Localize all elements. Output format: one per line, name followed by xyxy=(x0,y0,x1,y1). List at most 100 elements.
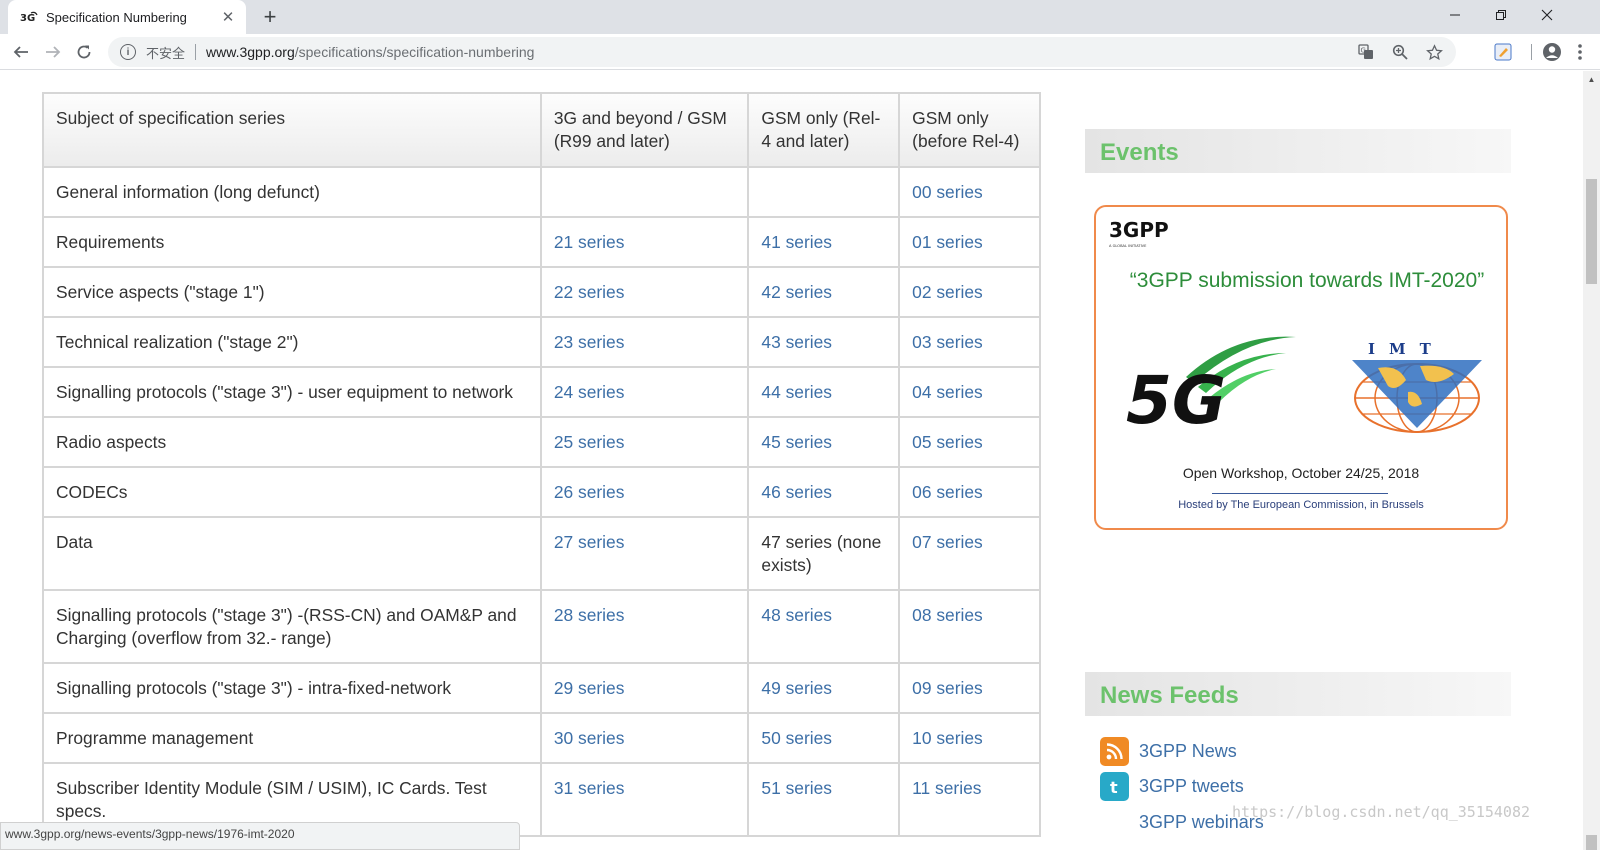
series-cell: 50 series xyxy=(747,712,901,764)
url-path[interactable]: /specifications/specification-numbering xyxy=(295,44,535,60)
series-link[interactable]: 48 series xyxy=(761,605,832,625)
svg-text:A GLOBAL INITIATIVE: A GLOBAL INITIATIVE xyxy=(1109,244,1147,248)
series-link[interactable]: 03 series xyxy=(912,332,983,352)
series-link[interactable]: 30 series xyxy=(554,728,625,748)
series-cell: 10 series xyxy=(898,712,1041,764)
series-link[interactable]: 06 series xyxy=(912,482,983,502)
series-cell xyxy=(539,166,750,218)
news-feeds-title: News Feeds xyxy=(1100,682,1239,709)
zoom-icon[interactable] xyxy=(1390,42,1410,62)
series-link[interactable]: 24 series xyxy=(554,382,625,402)
series-link[interactable]: 49 series xyxy=(761,678,832,698)
address-bar[interactable]: i 不安全 www.3gpp.org /specifications/speci… xyxy=(108,37,1456,67)
row-subject: CODECs xyxy=(42,466,542,518)
table-row: Data 27 series 47 series (none exists) 0… xyxy=(42,516,1041,591)
series-link[interactable]: 02 series xyxy=(912,282,983,302)
series-link[interactable]: 46 series xyxy=(761,482,832,502)
menu-kebab-icon[interactable] xyxy=(1566,38,1594,66)
series-link[interactable]: 11 series xyxy=(912,778,981,798)
series-link[interactable]: 42 series xyxy=(761,282,832,302)
series-cell: 42 series xyxy=(747,266,901,318)
series-link[interactable]: 10 series xyxy=(912,728,983,748)
scroll-up-arrow-icon[interactable]: ▲ xyxy=(1583,71,1600,88)
translate-icon[interactable]: G xyxy=(1356,42,1376,62)
scrollbar-bottom-thumb[interactable] xyxy=(1586,835,1597,850)
series-link[interactable]: 00 series xyxy=(912,182,983,202)
row-subject: Requirements xyxy=(42,216,542,268)
table-header-row: Subject of specification series 3G and b… xyxy=(42,92,1041,168)
info-icon[interactable]: i xyxy=(120,44,136,60)
banner-heading: “3GPP submission towards IMT-2020” xyxy=(1129,269,1485,292)
row-subject: General information (long defunct) xyxy=(42,166,542,218)
restore-icon[interactable] xyxy=(1478,0,1524,30)
table-row: Signalling protocols ("stage 3") - user … xyxy=(42,366,1041,418)
series-cell: 11 series xyxy=(898,762,1041,837)
close-icon[interactable]: ✕ xyxy=(220,8,236,26)
feed-item-3gpp-tweets[interactable]: t 3GPP tweets xyxy=(1100,772,1244,801)
new-tab-plus-icon[interactable]: + xyxy=(256,4,284,30)
header-gsm-before-rel4: GSM only (before Rel-4) xyxy=(898,92,1041,168)
svg-text:IMT: IMT xyxy=(1368,340,1445,358)
reload-icon[interactable] xyxy=(70,38,98,66)
security-label[interactable]: 不安全 xyxy=(146,43,185,62)
window-close-icon[interactable] xyxy=(1524,0,1570,30)
series-link[interactable]: 27 series xyxy=(554,532,625,552)
table-row: Programme management 30 series 50 series… xyxy=(42,712,1041,764)
profile-avatar-icon[interactable] xyxy=(1538,38,1566,66)
news-feeds-header: News Feeds xyxy=(1085,672,1511,716)
series-cell: 44 series xyxy=(747,366,901,418)
series-cell: 03 series xyxy=(898,316,1041,368)
tab-strip: 3G Specification Numbering ✕ + xyxy=(0,0,1600,34)
series-cell: 07 series xyxy=(898,516,1041,591)
extension-pen-icon[interactable] xyxy=(1489,38,1517,66)
forward-arrow-icon[interactable] xyxy=(39,38,67,66)
rss-icon xyxy=(1100,737,1129,766)
series-cell: 26 series xyxy=(539,466,750,518)
series-link[interactable]: 21 series xyxy=(554,232,625,252)
imt-2020-event-banner[interactable]: 3GPP A GLOBAL INITIATIVE “3GPP submissio… xyxy=(1094,205,1508,530)
series-link[interactable]: 23 series xyxy=(554,332,625,352)
series-link[interactable]: 04 series xyxy=(912,382,983,402)
workshop-text: Open Workshop, October 24/25, 2018 xyxy=(1182,465,1420,481)
row-subject: Signalling protocols ("stage 3") -(RSS-C… xyxy=(42,589,542,664)
series-link[interactable]: 09 series xyxy=(912,678,983,698)
scrollbar-thumb[interactable] xyxy=(1586,179,1597,284)
series-cell-no-link: 47 series (none exists) xyxy=(747,516,901,591)
header-gsm-rel4: GSM only (Rel-4 and later) xyxy=(747,92,901,168)
series-link[interactable]: 50 series xyxy=(761,728,832,748)
svg-text:t: t xyxy=(1110,778,1118,796)
series-link[interactable]: 05 series xyxy=(912,432,983,452)
row-subject: Data xyxy=(42,516,542,591)
series-link[interactable]: 08 series xyxy=(912,605,983,625)
browser-toolbar: i 不安全 www.3gpp.org /specifications/speci… xyxy=(0,34,1600,70)
series-link[interactable]: 29 series xyxy=(554,678,625,698)
series-link[interactable]: 01 series xyxy=(912,232,983,252)
series-link[interactable]: 44 series xyxy=(761,382,832,402)
series-link[interactable]: 45 series xyxy=(761,432,832,452)
series-link[interactable]: 25 series xyxy=(554,432,625,452)
series-link[interactable]: 28 series xyxy=(554,605,625,625)
tab-title: Specification Numbering xyxy=(46,9,187,25)
page-scrollbar[interactable]: ▲ xyxy=(1583,71,1600,850)
3gpp-logo-icon: 3GPP A GLOBAL INITIATIVE xyxy=(1109,218,1168,248)
series-cell: 30 series xyxy=(539,712,750,764)
row-subject: Technical realization ("stage 2") xyxy=(42,316,542,368)
series-link[interactable]: 26 series xyxy=(554,482,625,502)
feed-label[interactable]: 3GPP News xyxy=(1139,741,1237,762)
series-link[interactable]: 31 series xyxy=(554,778,625,798)
feed-label[interactable]: 3GPP tweets xyxy=(1139,776,1244,797)
series-link[interactable]: 07 series xyxy=(912,532,983,552)
back-arrow-icon[interactable] xyxy=(7,38,35,66)
feed-item-3gpp-news[interactable]: 3GPP News xyxy=(1100,737,1237,766)
minimize-icon[interactable] xyxy=(1432,0,1478,30)
series-link[interactable]: 43 series xyxy=(761,332,832,352)
bookmark-star-icon[interactable] xyxy=(1424,42,1444,62)
series-link[interactable]: 41 series xyxy=(761,232,832,252)
series-link[interactable]: 51 series xyxy=(761,778,832,798)
row-subject: Radio aspects xyxy=(42,416,542,468)
tab-specification-numbering[interactable]: 3G Specification Numbering ✕ xyxy=(8,0,246,34)
url-host[interactable]: www.3gpp.org xyxy=(206,44,295,60)
series-cell: 21 series xyxy=(539,216,750,268)
series-link[interactable]: 22 series xyxy=(554,282,625,302)
series-cell: 45 series xyxy=(747,416,901,468)
